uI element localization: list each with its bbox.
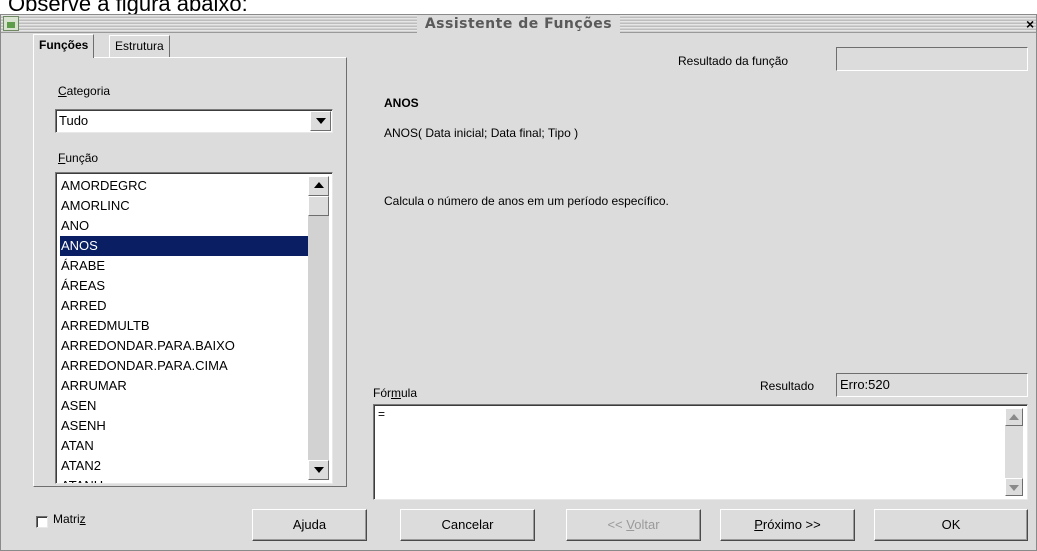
formula-scroll-up-button[interactable]	[1005, 408, 1023, 426]
chevron-up-icon	[314, 182, 324, 188]
scroll-up-button[interactable]	[308, 176, 329, 196]
help-button[interactable]: Ajuda	[252, 509, 367, 541]
function-list-scrollbar[interactable]	[308, 176, 329, 480]
formula-text[interactable]: =	[378, 407, 385, 421]
next-button[interactable]: Próximo >>	[720, 509, 855, 541]
list-item-selected[interactable]: ANOS	[60, 236, 309, 256]
function-name: ANOS	[384, 96, 419, 110]
category-dropdown-button[interactable]	[310, 111, 331, 131]
list-item[interactable]: ARRED	[60, 296, 309, 316]
chevron-down-icon	[1009, 485, 1019, 491]
tab-functions[interactable]: Funções	[33, 34, 95, 58]
function-result-field	[836, 47, 1028, 71]
list-item[interactable]: AMORDEGRC	[60, 176, 309, 196]
list-item[interactable]: ÁRABE	[60, 256, 309, 276]
formula-scroll-down-button[interactable]	[1005, 478, 1023, 496]
list-item[interactable]: AMORLINC	[60, 196, 309, 216]
back-button[interactable]: << Voltar	[566, 509, 701, 541]
function-result-label: Resultado da função	[678, 54, 789, 68]
category-label: Categoria	[58, 84, 111, 98]
list-item[interactable]: ARREDONDAR.PARA.CIMA	[60, 356, 309, 376]
tab-structure[interactable]: Estrutura	[109, 35, 170, 57]
ok-button[interactable]: OK	[874, 509, 1028, 541]
matrix-checkbox[interactable]	[36, 516, 48, 528]
function-label: Função	[58, 151, 99, 165]
chevron-up-icon	[1009, 414, 1019, 420]
list-item[interactable]: ARRUMAR	[60, 376, 309, 396]
function-description: Calcula o número de anos em um período e…	[384, 194, 669, 208]
list-item[interactable]: ATAN	[60, 436, 309, 456]
formula-label: Fórmula	[373, 386, 418, 400]
function-list[interactable]: AMORDEGRC AMORLINC ANO ANOS ÁRABE ÁREAS …	[55, 172, 333, 484]
chevron-down-icon	[316, 118, 326, 124]
list-item[interactable]: ASENH	[60, 416, 309, 436]
formula-scrollbar[interactable]	[1005, 408, 1023, 496]
function-syntax: ANOS( Data inicial; Data final; Tipo )	[384, 126, 579, 140]
chevron-down-icon	[314, 467, 324, 473]
scroll-down-button[interactable]	[308, 460, 329, 480]
list-item[interactable]: ANO	[60, 216, 309, 236]
list-item[interactable]: ARREDONDAR.PARA.BAIXO	[60, 336, 309, 356]
result-field: Erro:520	[836, 373, 1028, 397]
list-item[interactable]: ASEN	[60, 396, 309, 416]
list-item[interactable]: ATAN2	[60, 456, 309, 476]
category-value: Tudo	[59, 113, 89, 128]
matrix-label: Matriz	[53, 512, 86, 526]
close-icon[interactable]: ×	[1026, 15, 1036, 33]
list-item[interactable]: ÁREAS	[60, 276, 309, 296]
scroll-thumb[interactable]	[308, 196, 329, 216]
formula-editor[interactable]: =	[373, 404, 1028, 500]
window-title: Assistente de Funções	[416, 15, 621, 33]
result-label: Resultado	[760, 379, 815, 393]
category-select[interactable]: Tudo	[55, 109, 333, 133]
list-item[interactable]: ATANH	[60, 476, 309, 483]
title-bar[interactable]: Assistente de Funções ×	[1, 15, 1036, 33]
cancel-button[interactable]: Cancelar	[400, 509, 535, 541]
list-item[interactable]: ARREDMULTB	[60, 316, 309, 336]
